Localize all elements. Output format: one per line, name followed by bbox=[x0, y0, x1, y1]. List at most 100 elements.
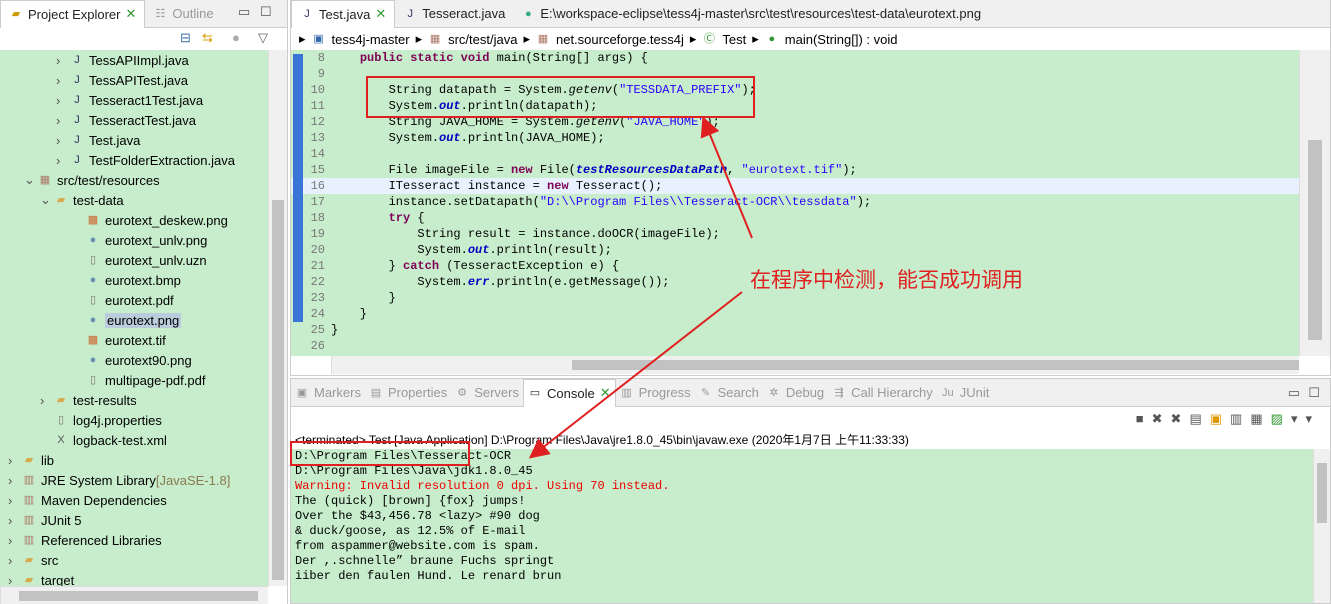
expand-toggle-icon[interactable]: › bbox=[8, 473, 22, 488]
tree-item[interactable]: ▯ eurotext_unlv.uzn bbox=[0, 250, 268, 270]
breadcrumb-item[interactable]: src/test/java bbox=[448, 32, 517, 47]
code-line: 19 String result = instance.doOCR(imageF… bbox=[291, 226, 1299, 242]
terminate-icon[interactable]: ■ bbox=[1136, 411, 1152, 426]
link-editor-icon[interactable]: ⇆ bbox=[202, 30, 213, 46]
breadcrumb-item[interactable]: net.sourceforge.tess4j bbox=[556, 32, 684, 47]
expand-toggle-icon[interactable]: › bbox=[8, 453, 22, 468]
expand-toggle-icon[interactable]: › bbox=[40, 393, 54, 408]
editor-tab[interactable]: ● E:\workspace-eclipse\tess4j-master\src\… bbox=[513, 0, 989, 28]
tree-item[interactable]: ▩ eurotext_deskew.png bbox=[0, 210, 268, 230]
tab-junit[interactable]: Ju JUnit bbox=[937, 379, 994, 407]
breadcrumb-item[interactable]: main(String[]) : void bbox=[785, 32, 898, 47]
tree-item[interactable]: ⌄ ▦ src/test/resources bbox=[0, 170, 268, 190]
minimize-icon[interactable]: ▭ bbox=[238, 4, 250, 20]
tab-search[interactable]: ✎ Search bbox=[695, 379, 763, 407]
expand-toggle-icon[interactable]: › bbox=[56, 93, 70, 108]
editor-tab[interactable]: J Test.java ✕ bbox=[291, 0, 396, 28]
console-output[interactable]: D:\Program Files\Tesseract-OCR D:\Program… bbox=[291, 449, 1313, 603]
editor-tab[interactable]: J Tesseract.java bbox=[395, 0, 513, 28]
console-scrollbar[interactable] bbox=[1313, 449, 1330, 603]
word-wrap-icon[interactable]: ▥ bbox=[1230, 411, 1250, 426]
breadcrumb-item[interactable]: tess4j-master bbox=[332, 32, 410, 47]
tree-item[interactable]: ● eurotext.png bbox=[0, 310, 268, 330]
breadcrumb-item[interactable]: Test bbox=[722, 32, 746, 47]
expand-toggle-icon[interactable]: › bbox=[56, 113, 70, 128]
console-panel: ▣ Markers ▤ Properties ⚙ Servers ▭ Console ✕ ▥ Pro… bbox=[290, 378, 1331, 604]
tree-item-label: src/test/resources bbox=[57, 172, 160, 188]
tree-item[interactable]: › ▰ test-results bbox=[0, 390, 268, 410]
tree-item[interactable]: ▩ eurotext.tif bbox=[0, 330, 268, 350]
java-file-icon: J bbox=[304, 8, 310, 20]
tree-item[interactable]: ▯ eurotext.pdf bbox=[0, 290, 268, 310]
tab-outline[interactable]: ☷ Outline bbox=[145, 0, 221, 28]
tree-item-label: JRE System Library bbox=[41, 472, 156, 488]
tree-item[interactable]: › ▰ lib bbox=[0, 450, 268, 470]
collapse-all-icon[interactable]: ⊟ bbox=[180, 30, 191, 46]
tab-debug[interactable]: ✲ Debug bbox=[763, 379, 828, 407]
tab-call-hierarchy[interactable]: ⇶ Call Hierarchy bbox=[828, 379, 937, 407]
close-icon[interactable]: ✕ bbox=[125, 6, 136, 22]
pin-console-icon[interactable]: ▨ bbox=[1271, 411, 1291, 426]
tab-properties[interactable]: ▤ Properties bbox=[365, 379, 451, 407]
filter-icon[interactable]: ● bbox=[232, 30, 240, 45]
tree-item[interactable]: › ▥ JUnit 5 bbox=[0, 510, 268, 530]
expand-toggle-icon[interactable]: ⌄ bbox=[24, 172, 38, 188]
tree-item-label: log4j.properties bbox=[73, 412, 162, 428]
expand-toggle-icon[interactable]: › bbox=[8, 493, 22, 508]
maximize-icon[interactable]: ☐ bbox=[1308, 385, 1320, 401]
expand-toggle-icon[interactable]: › bbox=[8, 573, 22, 587]
tree-item[interactable]: Xlogback-test.xml bbox=[0, 430, 268, 450]
code-token: File imageFile = bbox=[331, 163, 512, 177]
expand-toggle-icon[interactable]: › bbox=[56, 53, 70, 68]
open-console-icon[interactable]: ▾ bbox=[1305, 411, 1320, 426]
globe-icon: ● bbox=[524, 7, 532, 20]
close-icon[interactable]: ✕ bbox=[375, 6, 386, 22]
view-menu-icon[interactable]: ▽ bbox=[258, 30, 268, 46]
editor-scrollbar[interactable] bbox=[1299, 50, 1330, 356]
tree-item[interactable]: › ▥ JRE System Library [JavaSE-1.8] bbox=[0, 470, 268, 490]
show-on-output-icon[interactable]: ▦ bbox=[1250, 411, 1270, 426]
tree-item[interactable]: › J TessAPIImpl.java bbox=[0, 50, 268, 70]
expand-toggle-icon[interactable]: › bbox=[56, 133, 70, 148]
expand-toggle-icon[interactable]: › bbox=[8, 533, 22, 548]
tree-item[interactable]: ● eurotext.bmp bbox=[0, 270, 268, 290]
code-token: new bbox=[547, 179, 569, 193]
tree-item[interactable]: › ▥ Referenced Libraries bbox=[0, 530, 268, 550]
display-console-icon[interactable]: ▾ bbox=[1291, 411, 1306, 426]
tab-project-explorer[interactable]: ▰ Project Explorer ✕ bbox=[0, 0, 146, 28]
tree-scrollbar[interactable] bbox=[268, 50, 287, 586]
tree-item[interactable]: › ▰ target bbox=[0, 570, 268, 587]
tree-item[interactable]: › J Test.java bbox=[0, 130, 268, 150]
scroll-lock-icon[interactable]: ▣ bbox=[1210, 411, 1230, 426]
tree-item[interactable]: › ▥ Maven Dependencies bbox=[0, 490, 268, 510]
tree-hscrollbar[interactable] bbox=[0, 586, 268, 604]
tree-item[interactable]: › J Tesseract1Test.java bbox=[0, 90, 268, 110]
tab-progress[interactable]: ▥ Progress bbox=[616, 379, 695, 407]
tab-markers[interactable]: ▣ Markers bbox=[291, 379, 365, 407]
clear-console-icon[interactable]: ▤ bbox=[1189, 411, 1209, 426]
tree-item[interactable]: ⌄ ▰ test-data bbox=[0, 190, 268, 210]
close-icon[interactable]: ✕ bbox=[600, 385, 611, 401]
editor-hscrollbar[interactable] bbox=[331, 356, 1299, 374]
console-line: Warning: Invalid resolution 0 dpi. Using… bbox=[295, 479, 670, 493]
tab-console[interactable]: ▭ Console ✕ bbox=[523, 378, 616, 407]
code-token: .println(JAVA_HOME); bbox=[460, 131, 605, 145]
maximize-icon[interactable]: ☐ bbox=[260, 4, 272, 20]
expand-toggle-icon[interactable]: › bbox=[8, 513, 22, 528]
tab-servers[interactable]: ⚙ Servers bbox=[451, 379, 523, 407]
minimize-icon[interactable]: ▭ bbox=[1288, 385, 1300, 401]
expand-toggle-icon[interactable]: › bbox=[56, 73, 70, 88]
tree-item[interactable]: ▯ multipage-pdf.pdf bbox=[0, 370, 268, 390]
tree-item[interactable]: › J TesseractTest.java bbox=[0, 110, 268, 130]
remove-launch-icon[interactable]: ✖ bbox=[1152, 411, 1171, 426]
tree-item[interactable]: › ▰ src bbox=[0, 550, 268, 570]
tree-item[interactable]: › J TessAPITest.java bbox=[0, 70, 268, 90]
tree-item[interactable]: ▯ log4j.properties bbox=[0, 410, 268, 430]
remove-all-icon[interactable]: ✖ bbox=[1171, 411, 1190, 426]
expand-toggle-icon[interactable]: ⌄ bbox=[40, 192, 54, 208]
tree-item[interactable]: ● eurotext90.png bbox=[0, 350, 268, 370]
tree-item[interactable]: ● eurotext_unlv.png bbox=[0, 230, 268, 250]
tree-item[interactable]: › J TestFolderExtraction.java bbox=[0, 150, 268, 170]
expand-toggle-icon[interactable]: › bbox=[8, 553, 22, 568]
expand-toggle-icon[interactable]: › bbox=[56, 153, 70, 168]
